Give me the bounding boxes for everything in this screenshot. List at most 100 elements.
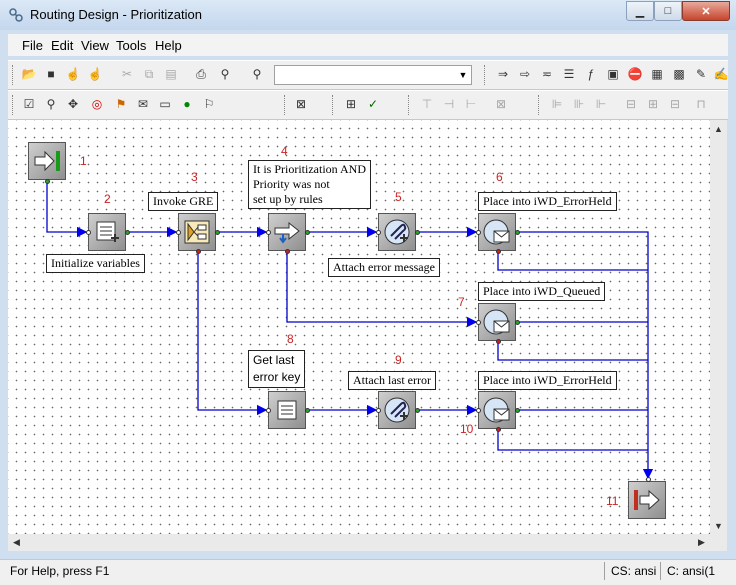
stop-icon[interactable]: ⛔ [626,65,644,83]
open-icon[interactable]: 📂 [20,65,38,83]
more-icon[interactable]: ✍ [712,65,730,83]
cut-icon[interactable]: ✂ [118,65,136,83]
align-icon[interactable]: ⊣ [440,95,458,113]
queue-node[interactable] [478,303,516,341]
gre-node[interactable] [178,213,216,251]
entry-node[interactable] [28,142,66,180]
find-icon[interactable]: ⚲ [216,65,234,83]
port[interactable] [476,230,481,235]
minimize-button[interactable]: ▁ [626,1,654,21]
toolbar-grip[interactable] [484,65,488,85]
port[interactable] [496,249,501,254]
align-center-icon[interactable]: ⊪ [570,95,588,113]
check-icon[interactable]: ✓ [364,95,382,113]
port[interactable] [266,408,271,413]
variable-icon[interactable]: ⊠ [292,95,310,113]
align-bottom-icon[interactable]: ⊟ [666,95,684,113]
image-icon[interactable]: ▣ [604,65,622,83]
document-icon[interactable]: ▭ [156,95,174,113]
port[interactable] [515,230,520,235]
port[interactable] [646,477,651,482]
step-icon[interactable]: ⇒ [494,65,512,83]
port[interactable] [515,320,520,325]
properties-icon[interactable]: ☑ [20,95,38,113]
filter-icon[interactable]: ≂ [538,65,556,83]
maximize-button[interactable]: □ [654,1,682,21]
toolbar-grip[interactable] [538,95,542,115]
queue-node[interactable] [478,213,516,251]
flag-icon[interactable]: ⚐ [200,95,218,113]
delete-icon[interactable]: ⊠ [492,95,510,113]
list-icon[interactable]: ☰ [560,65,578,83]
compile-icon[interactable]: ⊞ [342,95,360,113]
dots-icon[interactable]: ● [178,95,196,113]
port[interactable] [376,408,381,413]
copy-icon[interactable]: ⧉ [140,65,158,83]
port[interactable] [415,408,420,413]
align-icon[interactable]: ⊢ [462,95,480,113]
scroll-up-icon[interactable]: ▲ [710,120,727,137]
function-icon[interactable]: ƒ [582,65,600,83]
port[interactable] [86,230,91,235]
edit-icon[interactable]: ✎ [692,65,710,83]
strategy-canvas[interactable]: 1 2 Initialize variables 3 Invoke GRE 4 … [8,120,710,534]
navigate-icon[interactable]: ✥ [64,95,82,113]
toolbar-grip[interactable] [12,95,16,115]
assign-node[interactable] [88,213,126,251]
horizontal-scrollbar[interactable]: ◀ ▶ [8,534,710,551]
port[interactable] [476,408,481,413]
port[interactable] [496,427,501,432]
vertical-scrollbar[interactable]: ▲ ▼ [710,120,727,534]
align-top-icon[interactable]: ⊟ [622,95,640,113]
toolbar-grip[interactable] [408,95,412,115]
port[interactable] [476,320,481,325]
menu-tools[interactable]: Tools [116,38,146,53]
traffic-light-icon[interactable]: ⚑ [112,95,130,113]
hand-icon[interactable]: ☝ [64,65,82,83]
port[interactable] [196,249,201,254]
port[interactable] [376,230,381,235]
align-icon[interactable]: ⊤ [418,95,436,113]
port[interactable] [215,230,220,235]
menu-view[interactable]: View [81,38,109,53]
exit-node[interactable] [628,481,666,519]
port[interactable] [45,179,50,184]
target-icon[interactable]: ◎ [88,95,106,113]
chevron-down-icon[interactable]: ▼ [455,66,471,84]
port[interactable] [415,230,420,235]
find-next-icon[interactable]: ⚲ [248,65,266,83]
scroll-down-icon[interactable]: ▼ [710,517,727,534]
mail-icon[interactable]: ✉ [134,95,152,113]
toolbar-grip[interactable] [12,65,16,85]
zoom-icon[interactable]: ⚲ [42,95,60,113]
menu-help[interactable]: Help [155,38,182,53]
port[interactable] [305,230,310,235]
table-icon[interactable]: ▦ [648,65,666,83]
port[interactable] [285,249,290,254]
align-left-icon[interactable]: ⊫ [548,95,566,113]
menu-edit[interactable]: Edit [51,38,73,53]
print-icon[interactable]: ⎙ [192,65,210,83]
queue-node[interactable] [478,391,516,429]
search-combo[interactable]: ▼ [274,65,472,85]
port[interactable] [515,408,520,413]
run-icon[interactable]: ⇨ [516,65,534,83]
close-button[interactable]: ✕ [682,1,730,21]
attach-node[interactable] [378,213,416,251]
paste-icon[interactable]: ▤ [162,65,180,83]
port[interactable] [125,230,130,235]
branch-node[interactable] [268,213,306,251]
scroll-left-icon[interactable]: ◀ [8,534,25,551]
align-right-icon[interactable]: ⊩ [592,95,610,113]
hand-up-icon[interactable]: ☝ [86,65,104,83]
scroll-right-icon[interactable]: ▶ [693,534,710,551]
port[interactable] [266,230,271,235]
menu-file[interactable]: File [22,38,43,53]
toolbar-grip[interactable] [284,95,288,115]
align-middle-icon[interactable]: ⊞ [644,95,662,113]
port[interactable] [496,339,501,344]
toolbar-grip[interactable] [332,95,336,115]
grid-icon[interactable]: ▩ [670,65,688,83]
attach-node[interactable] [378,391,416,429]
port[interactable] [176,230,181,235]
